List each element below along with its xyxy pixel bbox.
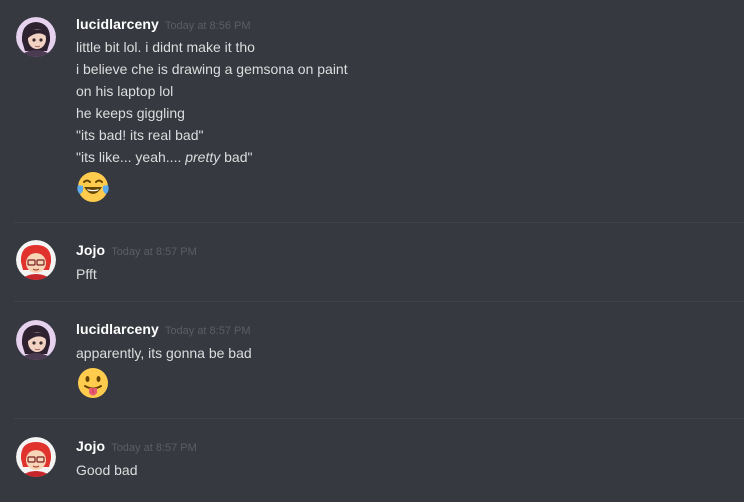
message-line: "its like... yeah.... pretty bad" — [76, 146, 348, 168]
message-content: Pfft — [76, 263, 97, 285]
message-line: on his laptop lol — [76, 83, 174, 99]
message-line: Good bad — [76, 462, 138, 478]
message-divider — [14, 418, 744, 419]
avatar[interactable] — [16, 320, 56, 360]
dark-haired-character-avatar-icon — [16, 17, 56, 57]
message-line: he keeps giggling — [76, 105, 185, 121]
red-haired-character-avatar-icon — [16, 437, 56, 477]
timestamp: Today at 8:57 PM — [111, 442, 197, 454]
message-line: "its bad! its real bad" — [76, 127, 204, 143]
chat-messages: lucidlarceny Today at 8:56 PM little bit … — [0, 0, 744, 502]
message-line: Pfft — [76, 266, 97, 282]
avatar[interactable] — [16, 17, 56, 57]
message-content: little bit lol. i didnt make it tho i be… — [76, 36, 348, 168]
username[interactable]: lucidlarceny — [76, 321, 159, 337]
message-line: i believe che is drawing a gemsona on pa… — [76, 61, 348, 77]
message-header: lucidlarceny Today at 8:57 PM — [76, 321, 251, 341]
username[interactable]: lucidlarceny — [76, 16, 159, 32]
timestamp: Today at 8:57 PM — [111, 246, 197, 258]
username[interactable]: Jojo — [76, 438, 105, 454]
message-content: Good bad — [76, 459, 138, 481]
face-with-tongue-emoji-icon[interactable] — [76, 366, 110, 400]
message-content: apparently, its gonna be bad — [76, 342, 252, 364]
red-haired-character-avatar-icon — [16, 240, 56, 280]
message-divider — [14, 222, 744, 223]
message-text: "its like... yeah.... — [76, 149, 186, 165]
dark-haired-character-avatar-icon — [16, 320, 56, 360]
message-header: Jojo Today at 8:57 PM — [76, 242, 197, 262]
message-header: lucidlarceny Today at 8:56 PM — [76, 16, 251, 36]
face-with-tears-of-joy-emoji-icon[interactable] — [76, 170, 110, 204]
message-text: bad" — [220, 149, 253, 165]
message-line: little bit lol. i didnt make it tho — [76, 39, 255, 55]
username[interactable]: Jojo — [76, 242, 105, 258]
timestamp: Today at 8:57 PM — [164, 325, 251, 337]
message-header: Jojo Today at 8:57 PM — [76, 438, 197, 458]
message-text-italic: pretty — [185, 149, 221, 165]
avatar[interactable] — [16, 240, 56, 280]
avatar[interactable] — [16, 437, 56, 477]
message-line: apparently, its gonna be bad — [76, 345, 252, 361]
message-divider — [14, 301, 744, 302]
timestamp: Today at 8:56 PM — [164, 20, 251, 32]
